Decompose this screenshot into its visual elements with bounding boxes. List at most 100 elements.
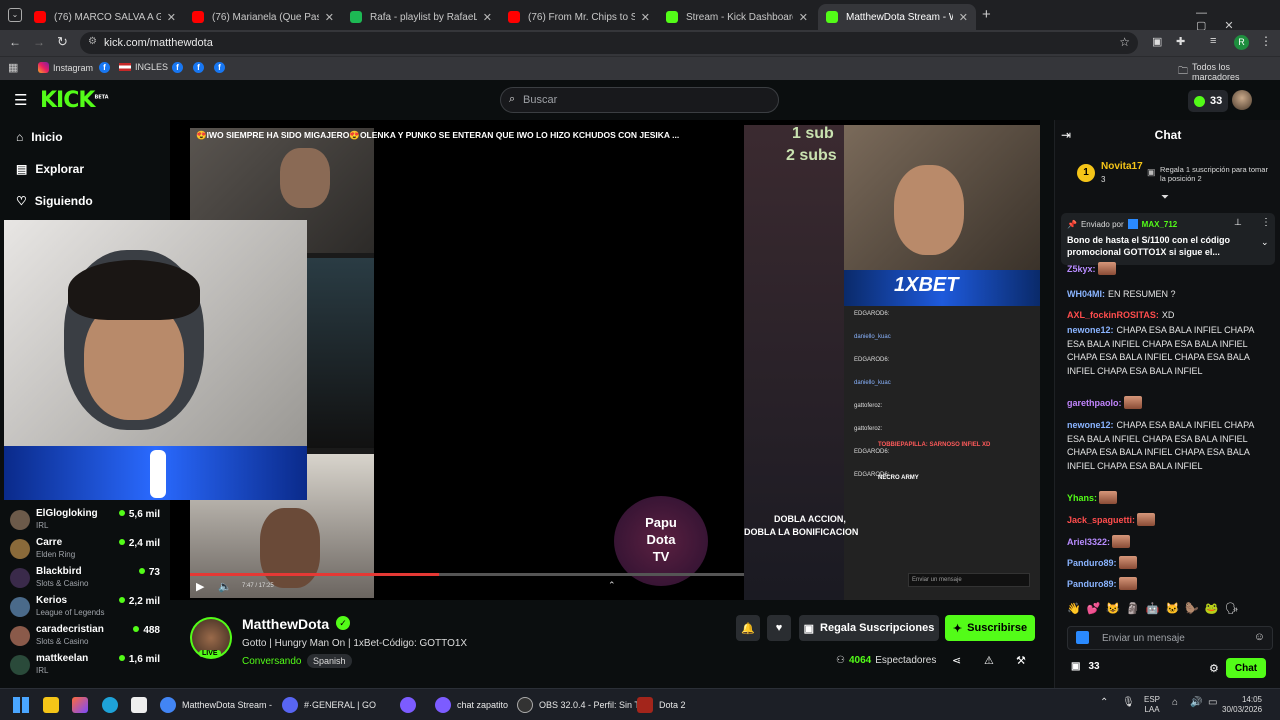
menu-icon[interactable]: ⋮: [1260, 34, 1272, 48]
chat-username[interactable]: Yhans:: [1067, 493, 1097, 503]
apps-grid-icon[interactable]: ▦: [8, 61, 18, 74]
nav-explore[interactable]: ▤ Explorar: [16, 162, 84, 176]
close-icon[interactable]: ✕: [483, 11, 492, 24]
share-icon[interactable]: ⋖: [952, 654, 961, 667]
screenshot-icon[interactable]: ▣: [1152, 35, 1162, 48]
nav-following[interactable]: ♡ Siguiendo: [16, 194, 93, 208]
close-icon[interactable]: ✕: [325, 11, 334, 24]
bookmark-facebook[interactable]: f: [214, 62, 225, 73]
windows-start-icon[interactable]: [13, 697, 29, 713]
user-avatar[interactable]: [1232, 90, 1252, 110]
chat-kicks[interactable]: ▣ 33: [1071, 661, 1100, 672]
profile-avatar[interactable]: R: [1234, 35, 1249, 50]
battery-icon[interactable]: ▭: [1208, 697, 1217, 708]
follow-button[interactable]: ♥: [767, 615, 791, 641]
chat-username[interactable]: WH04MI:: [1067, 289, 1105, 299]
browser-tab[interactable]: (76) MARCO SALVA A GRACE D ✕: [26, 4, 184, 30]
back-icon[interactable]: ←: [9, 35, 21, 49]
emote-icon[interactable]: 🗿: [1126, 602, 1140, 618]
kicks-balance[interactable]: 33: [1188, 90, 1229, 112]
chat-username[interactable]: garethpaolo:: [1067, 398, 1122, 408]
emote-icon[interactable]: 🦫: [1185, 602, 1199, 618]
expand-leaderboard-icon[interactable]: ⏷: [1161, 192, 1169, 203]
chat-username[interactable]: newone12:: [1067, 325, 1114, 335]
gift-subs-button[interactable]: ▣ Regala Suscripciones: [799, 615, 939, 641]
edge-icon[interactable]: [102, 697, 118, 713]
browser-tab-active[interactable]: MatthewDota Stream - Wa ✕: [818, 4, 976, 30]
browser-tab[interactable]: (76) From Mr. Chips to Scarface ✕: [500, 4, 658, 30]
stream-category[interactable]: Conversando: [242, 656, 301, 667]
taskbar-item[interactable]: MatthewDota Stream -: [160, 697, 272, 713]
store-icon[interactable]: [131, 697, 147, 713]
chevron-up-icon[interactable]: ⌃: [608, 580, 616, 591]
forward-icon[interactable]: →: [33, 35, 45, 49]
mod-tools-icon[interactable]: ⚒: [1016, 654, 1026, 667]
emote-icon[interactable]: 👋: [1067, 602, 1081, 618]
kick-logo[interactable]: KICKBETA: [40, 88, 109, 113]
taskbar-item[interactable]: OBS 32.0.4 - Perfil: Sin T: [517, 697, 640, 713]
copilot-icon[interactable]: [72, 697, 88, 713]
bookmark-instagram[interactable]: Instagram: [38, 62, 93, 73]
emote-icon[interactable]: 🗣: [1225, 602, 1239, 618]
pinned-message[interactable]: 📌 Enviado por MAX_712 ⊥ ⋮ Bono de hasta el…: [1061, 213, 1275, 265]
address-bar[interactable]: ⚙ kick.com/matthewdota ☆: [80, 32, 1138, 54]
chat-username[interactable]: Jack_spaguetti:: [1067, 515, 1135, 525]
hamburger-menu-icon[interactable]: ☰: [14, 91, 27, 109]
chevron-up-icon[interactable]: ⌃: [1100, 697, 1108, 708]
emoji-picker-icon[interactable]: ☺: [1254, 631, 1265, 643]
emote-icon[interactable]: 😺: [1106, 602, 1120, 618]
notification-bell-button[interactable]: 🔔: [736, 615, 760, 641]
language-indicator[interactable]: ESP LAA: [1144, 695, 1160, 715]
streamer-name[interactable]: MatthewDota: [242, 616, 329, 632]
reload-icon[interactable]: ↻: [57, 34, 68, 50]
volume-icon[interactable]: 🔊: [1190, 697, 1202, 708]
clock[interactable]: 14:05 30/03/2026: [1222, 695, 1262, 715]
extensions-icon[interactable]: ✚: [1176, 35, 1185, 48]
search-input[interactable]: ⌕ Buscar: [500, 87, 779, 113]
site-info-icon[interactable]: ⚙: [88, 36, 97, 47]
emote-icon[interactable]: 💕: [1087, 602, 1101, 618]
unpin-icon[interactable]: ⊥: [1234, 217, 1242, 228]
chevron-down-icon[interactable]: ⌄: [1261, 237, 1269, 248]
chat-settings-icon[interactable]: ⚙: [1209, 662, 1219, 675]
channel-item[interactable]: caradecristian Slots & Casino 488: [10, 624, 160, 652]
file-explorer-icon[interactable]: [43, 697, 59, 713]
channel-item[interactable]: Kerios League of Legends 2,2 mil: [10, 595, 160, 623]
channel-item[interactable]: Blackbird Slots & Casino 73: [10, 566, 160, 594]
chat-input[interactable]: Enviar un mensaje ☺: [1067, 626, 1273, 650]
taskbar-item[interactable]: #·GENERAL | GO: [282, 697, 376, 713]
chat-username[interactable]: Z5kyx:: [1067, 264, 1096, 274]
app-icon[interactable]: [400, 697, 416, 713]
browser-tab[interactable]: Rafa - playlist by RafaeLxared | ✕: [342, 4, 500, 30]
close-icon[interactable]: ✕: [799, 11, 808, 24]
chat-username[interactable]: Ariel3322:: [1067, 537, 1110, 547]
chat-username[interactable]: Panduro89:: [1067, 579, 1117, 589]
close-icon[interactable]: ✕: [641, 11, 650, 24]
send-chat-button[interactable]: Chat: [1226, 658, 1266, 678]
badge-picker-icon[interactable]: [1076, 631, 1089, 644]
channel-item[interactable]: ElGlogloking IRL 5,6 mil: [10, 508, 160, 536]
volume-icon[interactable]: 🔈: [218, 580, 232, 593]
bookmark-facebook[interactable]: f: [193, 62, 204, 73]
mic-icon[interactable]: 🎙: [1122, 697, 1135, 708]
chat-username[interactable]: newone12:: [1067, 420, 1114, 430]
network-icon[interactable]: ⌂: [1172, 697, 1178, 708]
tab-search-icon[interactable]: ⌄: [8, 8, 22, 22]
emote-bar[interactable]: 👋 💕 😺 🗿 🤖 🐱 🦫 🐸 🗣: [1067, 602, 1273, 618]
emote-icon[interactable]: 🐱: [1166, 602, 1180, 618]
close-icon[interactable]: ✕: [959, 11, 968, 24]
bookmark-facebook[interactable]: f: [172, 62, 183, 73]
window-controls[interactable]: —▢✕: [1196, 7, 1280, 32]
close-icon[interactable]: ✕: [167, 11, 176, 24]
gift-prompt[interactable]: Regala 1 suscripción para tomar la posic…: [1160, 165, 1272, 183]
browser-tab[interactable]: (76) Marianela (Que Pasa) (Exte ✕: [184, 4, 342, 30]
chat-username[interactable]: AXL_fockinROSITAS:: [1067, 310, 1159, 320]
play-icon[interactable]: ▶: [196, 580, 204, 593]
bookmark-facebook[interactable]: f: [99, 62, 110, 73]
progress-bar[interactable]: [190, 573, 744, 576]
more-icon[interactable]: ⋮: [1261, 217, 1271, 228]
subscribe-button[interactable]: ✦ Suscribirse: [945, 615, 1035, 641]
bookmark-star-icon[interactable]: ☆: [1119, 35, 1130, 49]
chat-username[interactable]: Panduro89:: [1067, 558, 1117, 568]
emote-icon[interactable]: 🐸: [1205, 602, 1219, 618]
